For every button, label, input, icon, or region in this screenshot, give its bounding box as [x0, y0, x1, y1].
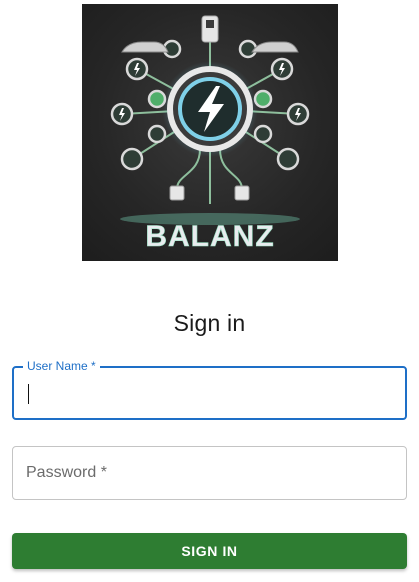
brand-wordmark: BALANZ [145, 220, 274, 253]
text-caret [28, 384, 29, 404]
password-field[interactable] [12, 446, 407, 500]
ev-charging-hub-logo: BALANZ [110, 15, 310, 253]
username-field[interactable]: User Name * [12, 359, 407, 420]
app-logo: BALANZ [82, 4, 338, 261]
username-input[interactable] [14, 368, 405, 418]
password-input[interactable] [13, 447, 406, 499]
page-title: Sign in [173, 310, 246, 336]
sign-in-button[interactable]: SIGN IN [12, 533, 407, 569]
